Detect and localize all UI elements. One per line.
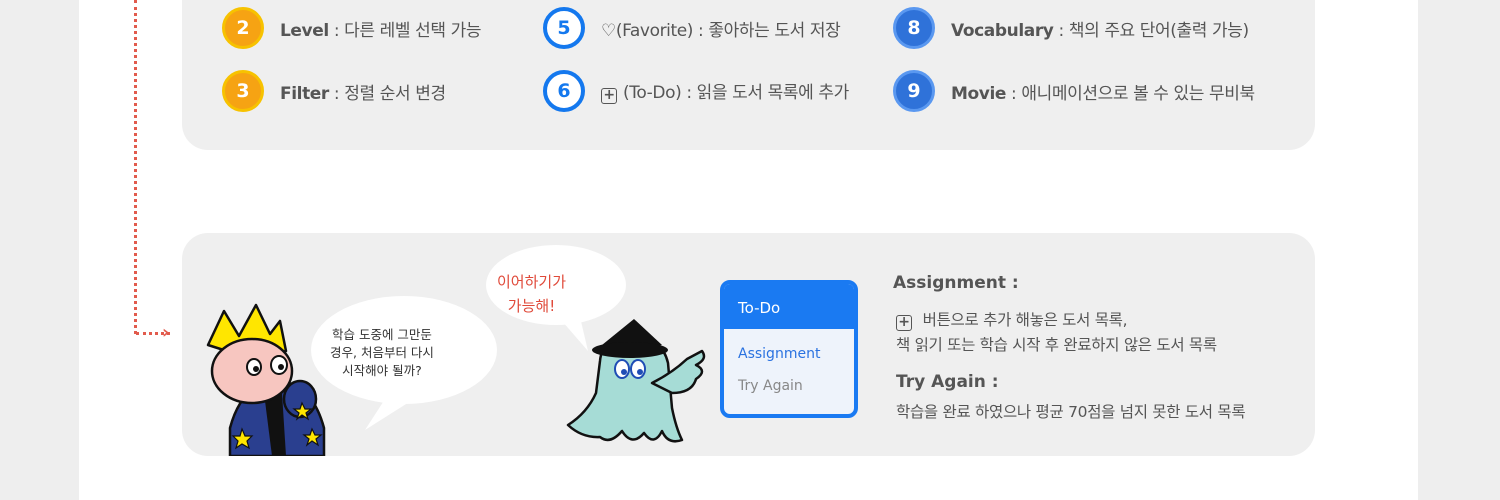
try-again-title: Try Again : [896,372,999,392]
plus-square-icon: + [601,88,617,104]
ghost-character [566,319,706,443]
todo-item-try-again[interactable]: Try Again [724,378,854,394]
legend-title: ♡(Favorite) [601,20,694,41]
plus-square-icon: + [896,315,912,331]
number-badge: 8 [893,7,935,49]
legend-item-favorite: 5 ♡(Favorite) : 좋아하는 도서 저장 [543,7,841,49]
number-badge: 3 [222,70,264,112]
todo-card-header[interactable]: To-Do [724,284,854,329]
legend-item-todo: 6 + (To-Do) : 읽을 도서 목록에 추가 [543,70,849,112]
dotted-connector-vertical [134,0,137,334]
legend-desc: : 다른 레벨 선택 가능 [328,20,482,41]
legend-title: Filter [280,83,329,104]
legend-desc: : 애니메이션으로 볼 수 있는 무비북 [1006,83,1255,104]
legend-desc: : 정렬 순서 변경 [328,83,446,104]
student-bubble-text: 학습 도중에 그만둔 경우, 처음부터 다시 시작해야 될까? [330,327,434,378]
assignment-description: + 버튼으로 추가 해놓은 도서 목록, 책 읽기 또는 학습 시작 후 완료하… [896,311,1217,354]
todo-card: To-Do Assignment Try Again [720,280,858,418]
legend-title: Vocabulary [951,20,1054,41]
number-badge: 6 [543,70,585,112]
todo-item-assignment[interactable]: Assignment [724,346,854,362]
number-badge: 5 [543,7,585,49]
legend-desc: : 책의 주요 단어(출력 가능) [1053,20,1250,41]
assignment-title: Assignment : [893,273,1019,293]
double-chevron-right-icon: › [162,322,170,343]
legend-item-filter: 3 Filter : 정렬 순서 변경 [222,70,446,112]
try-again-description: 학습을 완료 하였으나 평균 70점을 넘지 못한 도서 목록 [896,403,1246,421]
legend-title: Movie [951,83,1007,104]
ghost-bubble-text: 이어하기가 가능해! [497,273,567,315]
legend-item-movie: 9 Movie : 애니메이션으로 볼 수 있는 무비북 [893,70,1255,112]
legend-desc: : 읽을 도서 목록에 추가 [681,83,849,103]
legend-item-vocabulary: 8 Vocabulary : 책의 주요 단어(출력 가능) [893,7,1249,49]
legend-item-level: 2 Level : 다른 레벨 선택 가능 [222,7,481,49]
student-character [206,303,326,456]
legend-title: Level [280,20,329,41]
number-badge: 2 [222,7,264,49]
number-badge: 9 [893,70,935,112]
legend-desc: : 좋아하는 도서 저장 [693,20,841,41]
legend-title: (To-Do) [623,83,682,103]
